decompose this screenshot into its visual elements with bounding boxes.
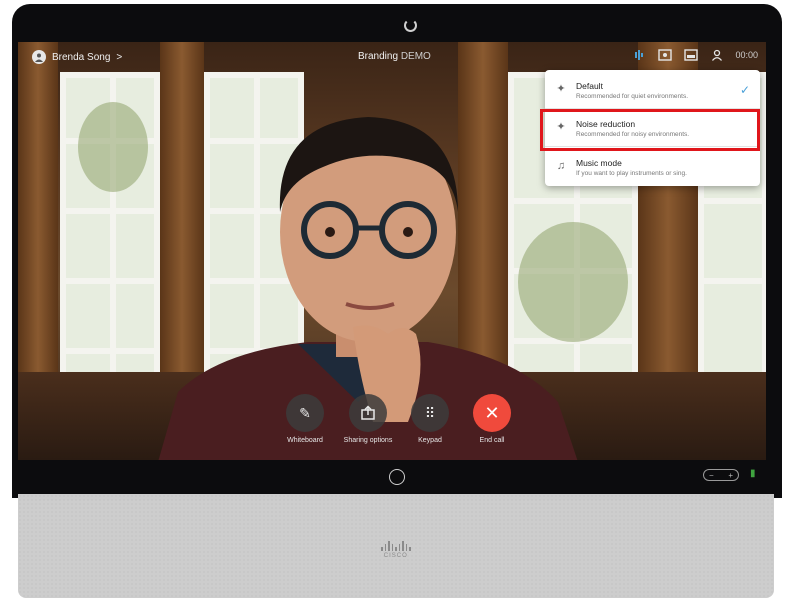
cisco-logo: CISCO (381, 541, 411, 559)
call-top-bar: Brenda Song > Branding DEMO 00:00 (18, 42, 766, 72)
volume-rocker[interactable]: − + (703, 469, 739, 481)
menu-item-subtitle: Recommended for quiet environments. (576, 93, 689, 100)
sharing-label: Sharing options (343, 437, 393, 444)
minus-icon: − (709, 471, 714, 480)
chevron-right-icon: > (116, 51, 123, 63)
menu-item-subtitle: If you want to play instruments or sing. (576, 170, 687, 177)
checkmark-icon: ✓ (739, 83, 750, 97)
keypad-icon: ⠿ (411, 394, 449, 432)
whiteboard-label: Whiteboard (287, 437, 323, 444)
noise-removal-icon[interactable] (631, 48, 647, 62)
sharing-options-button[interactable]: Sharing options (344, 394, 392, 444)
layout-icon[interactable] (657, 48, 673, 62)
pencil-icon: ✎ (286, 394, 324, 432)
meeting-tag: DEMO (400, 51, 431, 62)
caller-info[interactable]: Brenda Song > (32, 50, 122, 64)
menu-item-title: Music mode (576, 158, 622, 168)
call-controls: ✎ Whiteboard Sharing options ⠿ Keypad ✕ … (280, 394, 520, 454)
foliage (78, 102, 148, 192)
caller-name: Brenda Song (52, 51, 111, 63)
home-button[interactable] (389, 469, 405, 485)
cisco-bars-icon (381, 541, 411, 551)
share-icon (349, 394, 387, 432)
mic-status-icon[interactable]: ▮ (750, 468, 756, 479)
menu-item-music-mode[interactable]: ♫ Music mode If you want to play instrum… (545, 149, 760, 185)
meeting-title: Branding DEMO (358, 51, 431, 62)
keypad-label: Keypad (418, 437, 442, 444)
camera-icon (404, 19, 417, 32)
call-timer: 00:00 (735, 50, 758, 60)
participants-icon[interactable] (709, 48, 725, 62)
avatar (32, 50, 46, 64)
end-call-label: End call (479, 437, 505, 444)
highlight-box (540, 109, 760, 151)
menu-item-default[interactable]: ✦ Default Recommended for quiet environm… (545, 72, 760, 109)
menu-item-title: Default (576, 81, 603, 91)
mic-icon: ✦ (556, 83, 566, 95)
whiteboard-button[interactable]: ✎ Whiteboard (285, 394, 325, 444)
music-note-icon: ♫ (556, 160, 566, 172)
plus-icon: + (728, 471, 733, 480)
brand-wordmark: CISCO (383, 553, 408, 559)
meeting-name: Branding (358, 51, 399, 62)
end-call-button[interactable]: ✕ End call (472, 394, 512, 444)
keypad-button[interactable]: ⠿ Keypad (410, 394, 450, 444)
close-icon: ✕ (473, 394, 511, 432)
self-view-icon[interactable] (683, 48, 699, 62)
